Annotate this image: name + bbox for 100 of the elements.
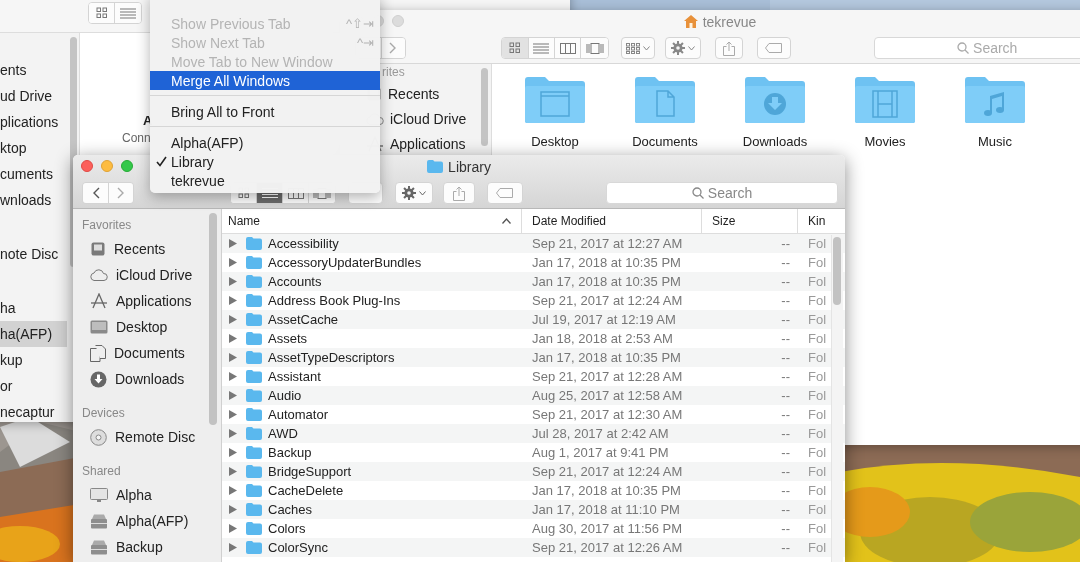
table-cell-text: -- bbox=[780, 502, 791, 517]
sidebar-item[interactable]: note Disc bbox=[0, 241, 67, 267]
tag-button[interactable] bbox=[757, 37, 792, 59]
search-field[interactable]: Search bbox=[874, 37, 1080, 59]
tag-button[interactable] bbox=[487, 182, 523, 204]
monitor-icon bbox=[90, 487, 108, 503]
disclosure-triangle-icon[interactable] bbox=[229, 296, 237, 305]
desktop-icon bbox=[90, 320, 108, 334]
share-icon bbox=[453, 185, 465, 201]
menu-item[interactable]: tekrevue bbox=[150, 171, 380, 190]
table-cell-text: -- bbox=[780, 255, 791, 270]
sidebar-item[interactable]: Remote Disc bbox=[73, 424, 221, 450]
disclosure-triangle-icon[interactable] bbox=[229, 391, 237, 400]
file-name: Address Book Plug-Ins bbox=[268, 293, 401, 308]
sidebar-item[interactable]: ud Drive bbox=[0, 83, 67, 109]
sidebar-item[interactable]: Backup bbox=[73, 534, 221, 560]
disclosure-triangle-icon[interactable] bbox=[229, 410, 237, 419]
folder-icon bbox=[246, 275, 262, 288]
sidebar-item[interactable]: ktop bbox=[0, 135, 67, 161]
folder-icon bbox=[246, 522, 262, 535]
list-icon bbox=[533, 42, 550, 54]
sidebar-item[interactable]: ents bbox=[0, 57, 67, 83]
sidebar-item[interactable]: Alpha bbox=[73, 482, 221, 508]
zoom-button[interactable] bbox=[121, 160, 133, 172]
downloads-folder-icon[interactable] bbox=[745, 76, 805, 124]
sidebar-item[interactable]: iCloud Drive bbox=[73, 262, 221, 288]
disclosure-triangle-icon[interactable] bbox=[229, 467, 237, 476]
column-header[interactable]: Date Modified bbox=[522, 209, 702, 233]
table-cell-text: -- bbox=[780, 236, 791, 251]
documents-folder-icon[interactable] bbox=[635, 76, 695, 124]
file-name: Assistant bbox=[268, 369, 321, 384]
disclosure-triangle-icon[interactable] bbox=[229, 429, 237, 438]
sidebar-item[interactable]: Desktop bbox=[73, 314, 221, 340]
sidebar-item[interactable]: cuments bbox=[0, 161, 67, 187]
sidebar-item[interactable]: or bbox=[0, 373, 67, 399]
disclosure-triangle-icon[interactable] bbox=[229, 239, 237, 248]
table-cell-text: Fol bbox=[807, 274, 828, 289]
table-cell-text: Fol bbox=[807, 502, 828, 517]
disclosure-triangle-icon[interactable] bbox=[229, 277, 237, 286]
sidebar-item[interactable]: ha(AFP) bbox=[0, 321, 67, 347]
folder-icon bbox=[246, 237, 262, 250]
disclosure-triangle-icon[interactable] bbox=[229, 315, 237, 324]
table-cell-text: Jan 17, 2018 at 10:35 PM bbox=[531, 274, 682, 289]
menu-item[interactable]: Merge All Windows bbox=[150, 71, 380, 90]
desktop-folder-icon[interactable] bbox=[525, 76, 585, 124]
disclosure-triangle-icon[interactable] bbox=[229, 543, 237, 552]
movies-folder-icon[interactable] bbox=[855, 76, 915, 124]
forward-button[interactable] bbox=[380, 38, 406, 58]
menu-item[interactable]: Alpha(AFP) bbox=[150, 133, 380, 152]
action-button[interactable] bbox=[395, 182, 433, 204]
column-header[interactable]: Kin bbox=[798, 209, 845, 233]
disclosure-triangle-icon[interactable] bbox=[229, 505, 237, 514]
folder-label: Documents bbox=[632, 134, 698, 149]
disclosure-triangle-icon[interactable] bbox=[229, 448, 237, 457]
folder-icon bbox=[246, 427, 262, 440]
sidebar-item[interactable]: Alpha(AFP) bbox=[73, 508, 221, 534]
disclosure-triangle-icon[interactable] bbox=[229, 372, 237, 381]
table-cell-text: Jul 28, 2017 at 2:42 AM bbox=[531, 426, 670, 441]
search-field[interactable]: Search bbox=[606, 182, 838, 204]
file-name: Colors bbox=[268, 521, 306, 536]
file-name: ColorSync bbox=[268, 540, 328, 555]
share-button[interactable] bbox=[714, 37, 744, 59]
disclosure-triangle-icon[interactable] bbox=[229, 486, 237, 495]
column-header[interactable]: Size bbox=[702, 209, 798, 233]
disclosure-triangle-icon[interactable] bbox=[229, 258, 237, 267]
sidebar-item[interactable]: Documents bbox=[73, 340, 221, 366]
table-cell-text: Sep 21, 2017 at 12:24 AM bbox=[531, 293, 684, 308]
column-header[interactable]: Name bbox=[222, 209, 522, 233]
folder-icon bbox=[246, 408, 262, 421]
minimize-button[interactable] bbox=[101, 160, 113, 172]
sidebar-item[interactable]: Downloads bbox=[73, 366, 221, 392]
disclosure-triangle-icon[interactable] bbox=[229, 524, 237, 533]
folder-label: Desktop bbox=[531, 134, 579, 149]
table-cell-text: -- bbox=[780, 369, 791, 384]
menu-item[interactable]: Bring All to Front bbox=[150, 102, 380, 121]
sidebar-item[interactable]: kup bbox=[0, 347, 67, 373]
sidebar-item[interactable]: plications bbox=[0, 109, 67, 135]
disclosure-triangle-icon[interactable] bbox=[229, 334, 237, 343]
close-button[interactable] bbox=[81, 160, 93, 172]
share-button[interactable] bbox=[443, 182, 475, 204]
sidebar-heading: rites bbox=[381, 64, 406, 81]
folder-icon bbox=[246, 351, 262, 364]
file-name: AccessoryUpdaterBundles bbox=[268, 255, 422, 270]
sidebar-item[interactable]: Recents bbox=[73, 236, 221, 262]
table-cell-text: -- bbox=[780, 483, 791, 498]
sidebar-item[interactable]: wnloads bbox=[0, 187, 67, 213]
table-cell-text: Aug 30, 2017 at 11:56 PM bbox=[531, 521, 684, 536]
disclosure-triangle-icon[interactable] bbox=[229, 353, 237, 362]
music-folder-icon[interactable] bbox=[965, 76, 1025, 124]
menu-item: Show Previous Tab ^⇧⇥ bbox=[170, 14, 375, 33]
back-button[interactable] bbox=[83, 183, 108, 203]
table-cell-text: Aug 1, 2017 at 9:41 PM bbox=[531, 445, 670, 460]
sidebar-item[interactable]: Applications bbox=[73, 288, 221, 314]
folder-label: Downloads bbox=[742, 134, 808, 149]
file-name: AssetCache bbox=[268, 312, 339, 327]
menu-item[interactable]: Library bbox=[150, 152, 380, 171]
folder-icon bbox=[246, 465, 262, 478]
sidebar-item[interactable]: ha bbox=[0, 295, 67, 321]
action-button[interactable] bbox=[665, 37, 701, 59]
sidebar-item[interactable]: necaptur bbox=[0, 399, 67, 422]
